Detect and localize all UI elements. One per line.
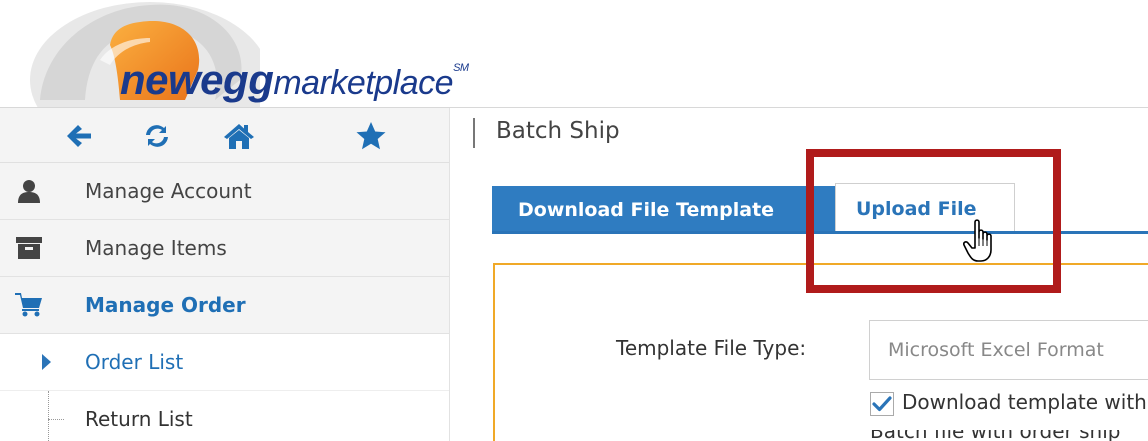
arrow-left-icon[interactable] [62, 120, 96, 152]
sidebar-toolbar [0, 108, 449, 163]
logo-wordmark: neweggmarketplaceSM [120, 56, 469, 104]
logo-brand-text: newegg [120, 56, 274, 103]
sidebar-item-label: Manage Items [85, 236, 227, 260]
checkmark-icon [872, 396, 892, 412]
sidebar-item-manage-order[interactable]: Manage Order [0, 277, 449, 334]
sidebar-subitem-order-list[interactable]: Order List [0, 334, 449, 391]
highlight-annotation-box [806, 149, 1061, 293]
hand-pointer-cursor-icon [963, 218, 1003, 264]
template-file-type-select[interactable]: Microsoft Excel Format [869, 320, 1148, 380]
sidebar-item-label: Manage Account [85, 179, 252, 203]
sidebar-divider [449, 108, 450, 441]
star-icon[interactable] [354, 120, 388, 152]
logo-service-mark: SM [453, 62, 469, 74]
tree-connector-line [48, 391, 49, 441]
sidebar-subitem-label: Order List [85, 350, 184, 374]
sidebar-subitem-label: Return List [85, 407, 193, 431]
tab-download-file-template[interactable]: Download File Template [492, 186, 835, 234]
tree-connector-branch [48, 419, 64, 420]
breadcrumb-separator [473, 118, 475, 148]
page-title: Batch Ship [496, 118, 620, 144]
user-icon [14, 178, 44, 204]
sidebar-item-manage-account[interactable]: Manage Account [0, 163, 449, 220]
download-template-checkbox[interactable] [870, 392, 894, 416]
archive-icon [14, 235, 44, 261]
cart-icon [14, 292, 44, 318]
caret-right-icon [42, 354, 51, 370]
next-option-text: Batch file with order ship [870, 430, 1148, 441]
template-file-type-label: Template File Type: [616, 336, 807, 360]
sidebar-item-manage-items[interactable]: Manage Items [0, 220, 449, 277]
newegg-marketplace-logo[interactable]: neweggmarketplaceSM [0, 0, 520, 108]
sidebar-subitem-return-list[interactable]: Return List [0, 391, 449, 441]
sidebar: Manage Account Manage Items Manage Order… [0, 108, 449, 441]
next-option-row: Batch file with order ship [870, 430, 1148, 441]
logo-suffix-text: marketplace [273, 64, 454, 102]
download-template-checkbox-label: Download template with [902, 390, 1147, 414]
refresh-icon[interactable] [140, 120, 174, 152]
home-icon[interactable] [222, 120, 256, 152]
sidebar-item-label: Manage Order [85, 293, 246, 317]
